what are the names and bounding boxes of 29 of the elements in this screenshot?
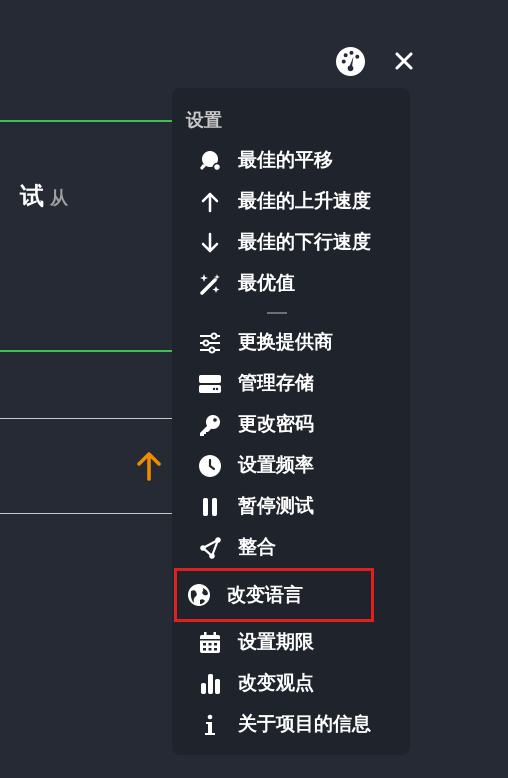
menu-item[interactable]: 最优值 (186, 263, 396, 304)
menu-item[interactable]: 管理存储 (186, 363, 396, 404)
heading-text: 试 (20, 181, 44, 212)
key-icon (198, 412, 222, 436)
heading-suffix: 从 (50, 187, 68, 211)
menu-item[interactable]: 改变语言 (174, 568, 374, 622)
paddle-icon (198, 148, 222, 172)
menu-item[interactable]: 更改密码 (186, 404, 396, 445)
sliders-icon (198, 330, 222, 354)
menu-item[interactable]: 设置频率 (186, 445, 396, 486)
menu-item[interactable]: 暂停测试 (186, 486, 396, 527)
menu-title: 设置 (186, 109, 223, 133)
menu-item[interactable]: 最佳的上升速度 (186, 181, 396, 222)
menu-item[interactable]: 改变观点 (186, 663, 396, 704)
menu-item[interactable]: 最佳的下行速度 (186, 222, 396, 263)
menu-item[interactable]: 关于项目的信息 (186, 704, 396, 745)
menu-item[interactable]: 更换提供商 (186, 322, 396, 363)
magic-wand-icon (198, 272, 222, 296)
calendar-icon (198, 630, 222, 654)
bar-chart-icon (198, 672, 222, 696)
globe-icon (187, 583, 211, 607)
nodes-icon (198, 536, 222, 560)
menu-item[interactable]: 整合 (186, 527, 396, 568)
close-icon[interactable] (394, 51, 414, 71)
gauge-icon[interactable] (335, 46, 366, 77)
arrow-up-icon (136, 451, 162, 481)
menu-item[interactable]: 最佳的平移 (186, 140, 396, 181)
clock-icon (198, 454, 222, 478)
menu-item[interactable]: 设置期限 (186, 622, 396, 663)
